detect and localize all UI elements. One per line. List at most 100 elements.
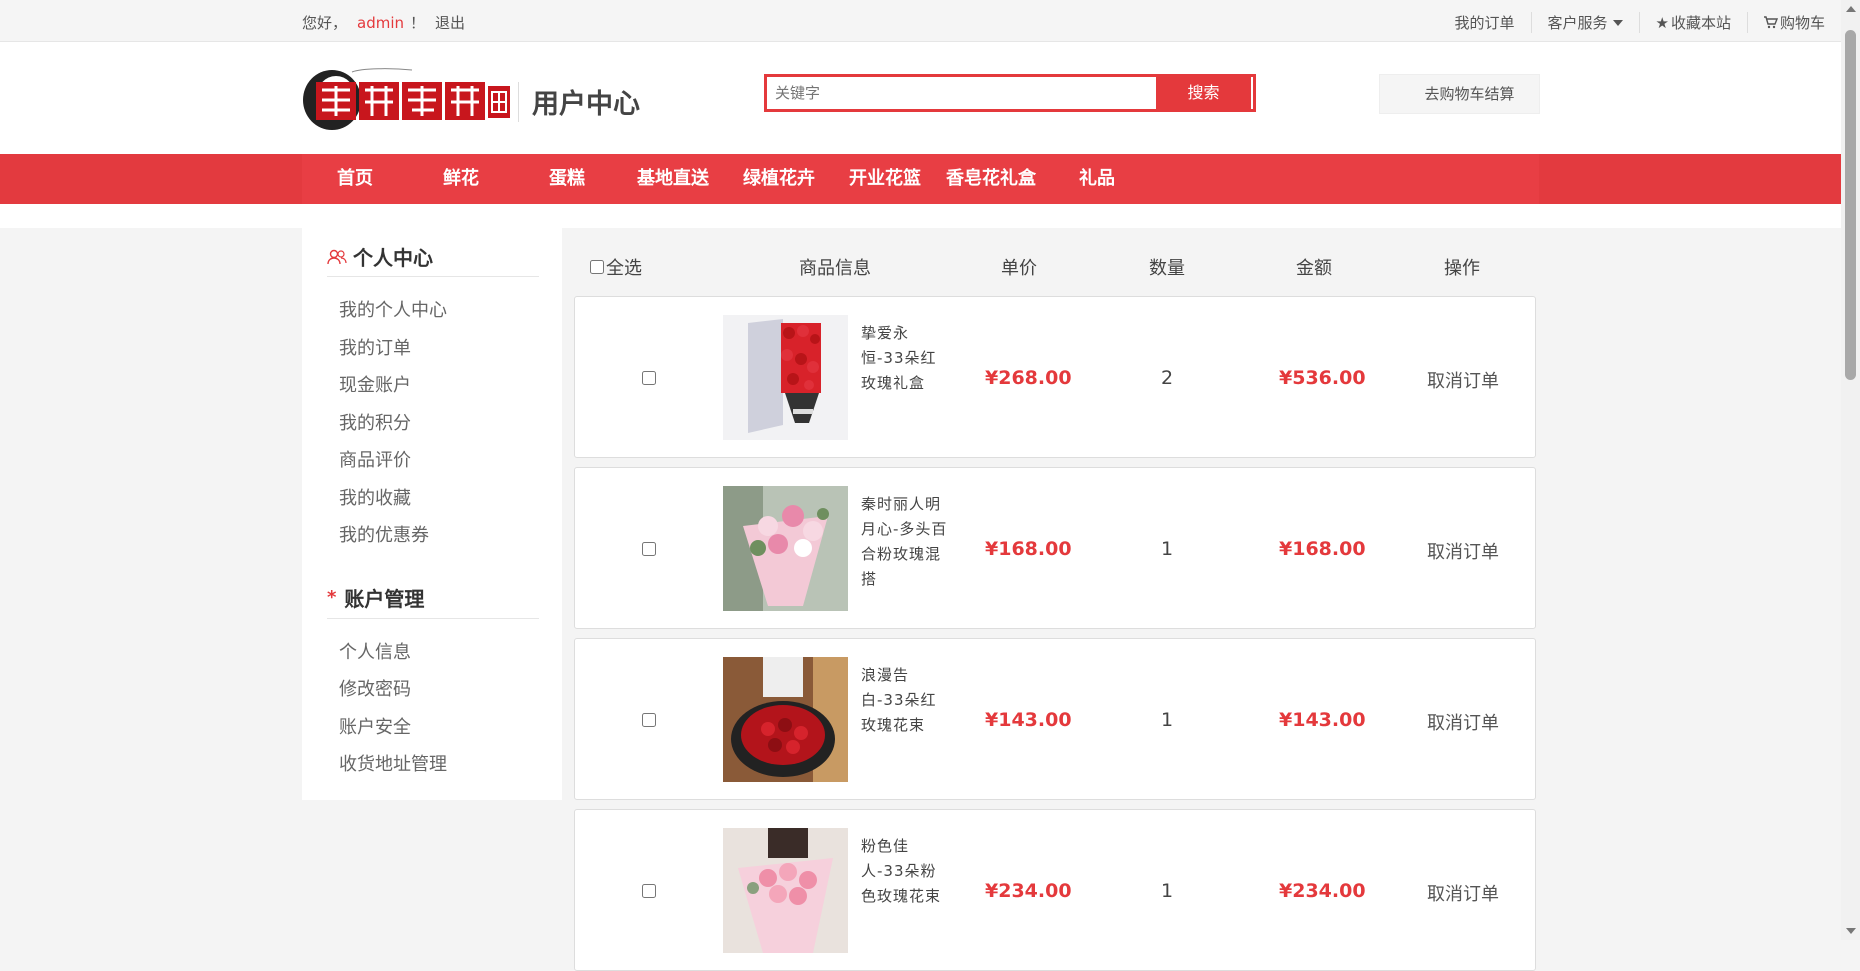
cart-link[interactable]: 购物车 — [1746, 12, 1841, 33]
quantity: 1 — [1161, 880, 1174, 902]
search-input[interactable] — [771, 79, 1174, 107]
order-row: 浪漫告白-33朵红玫瑰花束 ¥143.00 1 ¥143.00 取消订单 — [574, 638, 1536, 800]
column-amount: 金额 — [1296, 258, 1332, 279]
order-row: 秦时丽人明月心-多头百合粉玫瑰混搭 ¥168.00 1 ¥168.00 取消订单 — [574, 467, 1536, 629]
column-action: 操作 — [1444, 258, 1480, 279]
unit-price: ¥168.00 — [985, 538, 1072, 560]
sidebar: 个人中心 我的个人中心 我的订单 现金账户 我的积分 商品评价 我的收藏 我的优… — [302, 228, 562, 800]
users-icon — [327, 249, 347, 264]
scrollbar-thumb[interactable] — [1845, 30, 1856, 380]
my-orders-label: 我的订单 — [1454, 14, 1515, 32]
nav-item-soap-flowers[interactable]: 香皂花礼盒 — [938, 154, 1044, 204]
greeting-text: 您好， — [302, 14, 348, 32]
select-all: 全选 — [590, 254, 642, 280]
product-name[interactable]: 秦时丽人明月心-多头百合粉玫瑰混搭 — [861, 492, 949, 592]
star-icon: ★ — [1655, 13, 1669, 32]
greeting-exclaim: ！ — [410, 14, 426, 32]
select-all-checkbox[interactable] — [590, 260, 604, 274]
total-amount: ¥168.00 — [1279, 538, 1366, 560]
nav-item-baskets[interactable]: 开业花篮 — [832, 154, 938, 204]
cancel-order-link[interactable]: 取消订单 — [1427, 880, 1499, 906]
brand-logo[interactable] — [302, 62, 512, 134]
customer-service-label: 客户服务 — [1547, 14, 1608, 32]
product-name[interactable]: 浪漫告白-33朵红玫瑰花束 — [861, 663, 949, 738]
unit-price: ¥268.00 — [985, 367, 1072, 389]
nav-item-home[interactable]: 首页 — [302, 154, 408, 204]
account-management-title: 账户管理 — [344, 587, 425, 611]
search-button[interactable]: 搜索 — [1156, 77, 1251, 109]
product-image[interactable] — [723, 828, 848, 953]
order-checkbox[interactable] — [642, 713, 656, 727]
total-amount: ¥143.00 — [1279, 709, 1366, 731]
order-table-header: 全选 商品信息 单价 数量 金额 操作 — [562, 228, 1542, 288]
nav-item-flowers[interactable]: 鲜花 — [408, 154, 514, 204]
greeting-area: 您好， admin ！ 退出 — [302, 12, 465, 33]
nav-item-cakes[interactable]: 蛋糕 — [514, 154, 620, 204]
username-link[interactable]: admin — [357, 14, 404, 32]
site-header: 用户中心 搜索 去购物车结算 — [0, 42, 1841, 154]
favorite-site-link[interactable]: ★ 收藏本站 — [1638, 12, 1747, 33]
order-checkbox[interactable] — [642, 884, 656, 898]
order-checkbox[interactable] — [642, 371, 656, 385]
asterisk-icon: * — [327, 587, 337, 608]
quantity: 1 — [1161, 538, 1174, 560]
nav-item-plants[interactable]: 绿植花卉 — [726, 154, 832, 204]
order-row: 粉色佳人-33朵粉色玫瑰花束 ¥234.00 1 ¥234.00 取消订单 — [574, 809, 1536, 971]
my-orders-link[interactable]: 我的订单 — [1438, 12, 1530, 33]
nav-items: 首页 鲜花 蛋糕 基地直送 绿植花卉 开业花篮 香皂花礼盒 礼品 — [302, 154, 1539, 204]
scroll-up-icon[interactable] — [1846, 6, 1856, 12]
personal-center-title: 个人中心 — [353, 246, 433, 270]
cancel-order-link[interactable]: 取消订单 — [1427, 367, 1499, 393]
product-name[interactable]: 粉色佳人-33朵粉色玫瑰花束 — [861, 834, 949, 909]
total-amount: ¥234.00 — [1279, 880, 1366, 902]
select-all-label: 全选 — [606, 258, 642, 279]
order-checkbox[interactable] — [642, 542, 656, 556]
sidebar-item-my-center[interactable]: 我的个人中心 — [339, 296, 447, 322]
product-image[interactable] — [723, 315, 848, 440]
nav-item-direct[interactable]: 基地直送 — [620, 154, 726, 204]
customer-service-menu[interactable]: 客户服务 — [1530, 12, 1639, 33]
top-bar: 您好， admin ！ 退出 我的订单 客户服务 ★ 收藏本站 购物车 — [0, 0, 1841, 42]
product-image[interactable] — [723, 657, 848, 782]
column-product: 商品信息 — [799, 258, 871, 279]
sidebar-item-my-orders[interactable]: 我的订单 — [339, 334, 411, 360]
section-divider — [327, 276, 539, 277]
checkout-button[interactable]: 去购物车结算 — [1379, 74, 1540, 114]
main-nav: 首页 鲜花 蛋糕 基地直送 绿植花卉 开业花篮 香皂花礼盒 礼品 — [0, 154, 1841, 204]
nav-item-gifts[interactable]: 礼品 — [1044, 154, 1150, 204]
caret-down-icon — [1612, 19, 1623, 26]
nav-spacer — [0, 204, 1841, 228]
cancel-order-link[interactable]: 取消订单 — [1427, 538, 1499, 564]
logout-link[interactable]: 退出 — [435, 14, 465, 32]
product-name[interactable]: 挚爱永恒-33朵红玫瑰礼盒 — [861, 321, 949, 396]
sidebar-item-reviews[interactable]: 商品评价 — [339, 446, 411, 472]
sidebar-item-points[interactable]: 我的积分 — [339, 409, 411, 435]
cart-label: 购物车 — [1779, 14, 1825, 32]
sidebar-item-coupons[interactable]: 我的优惠券 — [339, 521, 429, 547]
order-row: 挚爱永恒-33朵红玫瑰礼盒 ¥268.00 2 ¥536.00 取消订单 — [574, 296, 1536, 458]
section-divider — [327, 618, 539, 619]
quantity: 1 — [1161, 709, 1174, 731]
quantity: 2 — [1161, 367, 1174, 389]
sidebar-item-change-password[interactable]: 修改密码 — [339, 675, 411, 701]
account-management-heading: * 账户管理 — [327, 583, 424, 612]
product-image[interactable] — [723, 486, 848, 611]
page-scrollbar[interactable] — [1841, 0, 1860, 940]
sidebar-item-favorites[interactable]: 我的收藏 — [339, 484, 411, 510]
sidebar-item-security[interactable]: 账户安全 — [339, 713, 411, 739]
column-price: 单价 — [1001, 258, 1037, 279]
scroll-down-icon[interactable] — [1846, 928, 1856, 934]
search-box: 搜索 — [764, 74, 1256, 112]
sidebar-item-cash-account[interactable]: 现金账户 — [339, 371, 411, 397]
cart-icon — [1763, 16, 1778, 29]
total-amount: ¥536.00 — [1279, 367, 1366, 389]
cancel-order-link[interactable]: 取消订单 — [1427, 709, 1499, 735]
unit-price: ¥143.00 — [985, 709, 1072, 731]
unit-price: ¥234.00 — [985, 880, 1072, 902]
sidebar-item-profile[interactable]: 个人信息 — [339, 638, 411, 664]
column-quantity: 数量 — [1149, 258, 1185, 279]
page-title: 用户中心 — [532, 89, 640, 120]
favorite-site-label: 收藏本站 — [1670, 14, 1731, 32]
top-links: 我的订单 客户服务 ★ 收藏本站 购物车 — [1438, 12, 1841, 33]
sidebar-item-addresses[interactable]: 收货地址管理 — [339, 750, 447, 776]
